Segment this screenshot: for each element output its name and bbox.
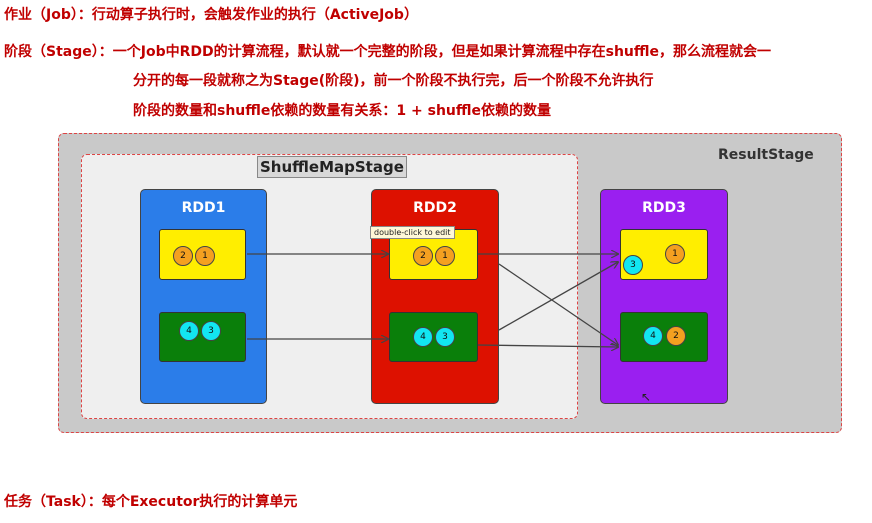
dependency-arrows xyxy=(247,0,872,523)
shuffle-arrow xyxy=(477,345,618,347)
edit-tooltip: double-click to edit xyxy=(370,226,455,239)
mouse-pointer-icon: ↖ xyxy=(641,390,652,404)
task-definition: 任务（Task）：每个Executor执行的计算单元 xyxy=(4,494,298,510)
shuffle-arrow xyxy=(498,263,618,345)
shuffle-arrow xyxy=(498,262,618,331)
